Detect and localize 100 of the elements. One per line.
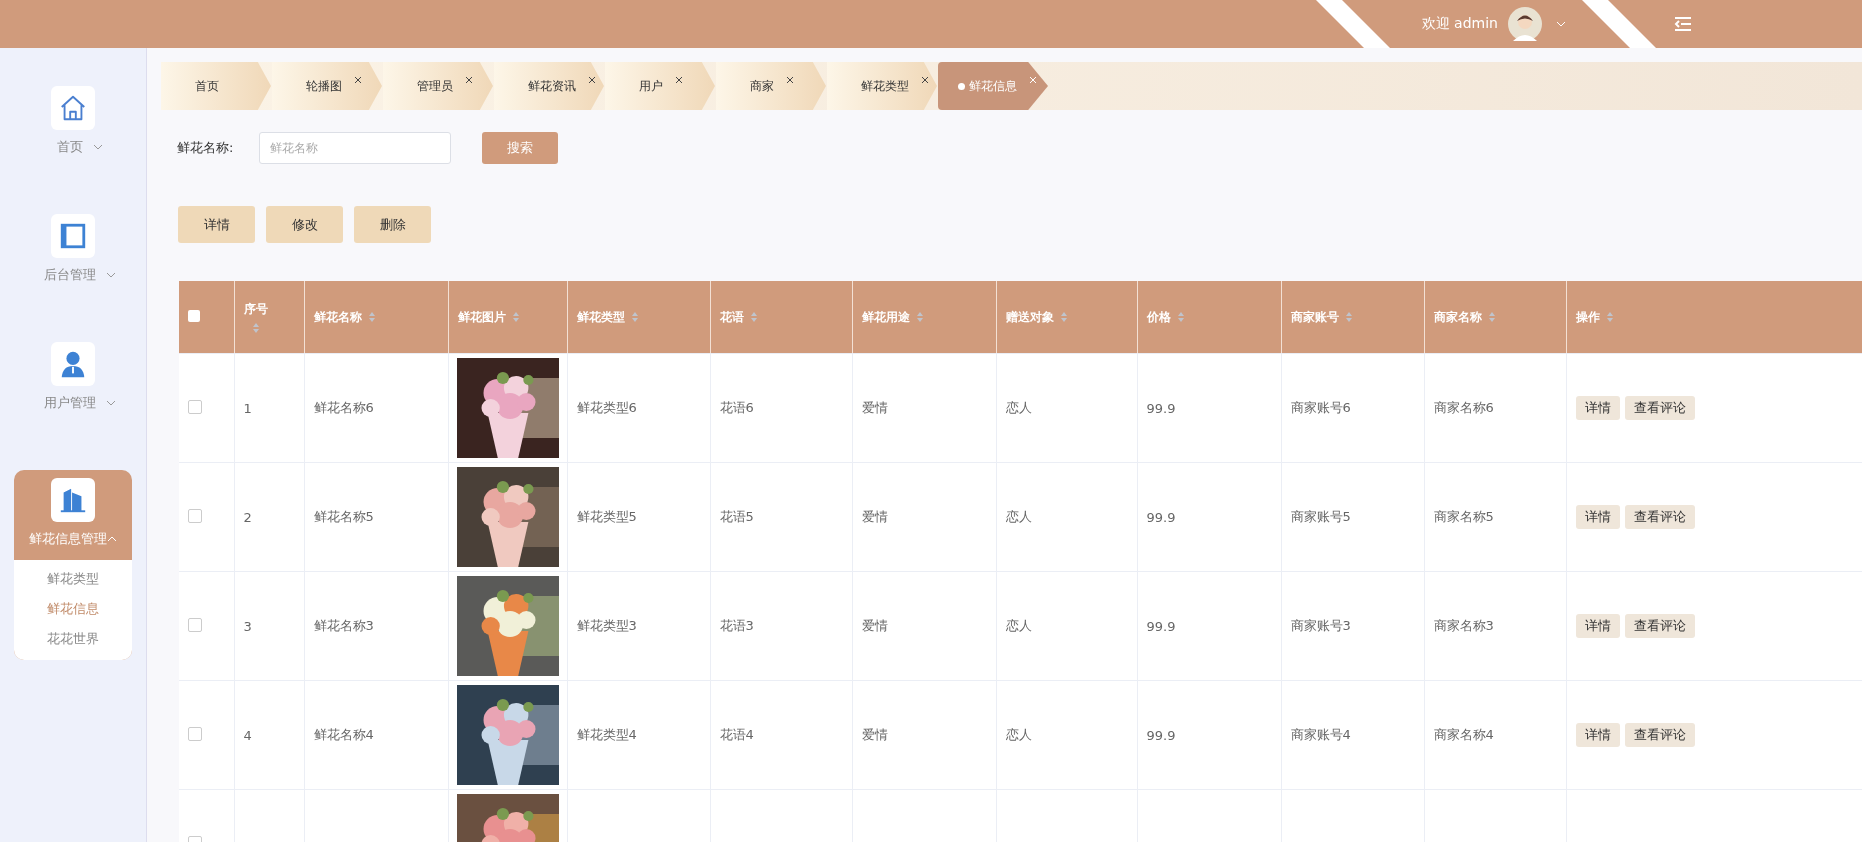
table-cell: 2 bbox=[243, 509, 252, 525]
table-cell: 99.9 bbox=[1146, 509, 1176, 525]
table-cell: 99.9 bbox=[1146, 400, 1176, 416]
sidebar-item[interactable]: 用户管理 bbox=[30, 394, 116, 412]
close-icon[interactable] bbox=[588, 76, 596, 84]
table-cell: 恋人 bbox=[1005, 618, 1032, 633]
table-cell: 爱情 bbox=[861, 400, 888, 415]
column-header[interactable]: 操作 bbox=[1566, 281, 1862, 354]
tab[interactable]: 鲜花类型 bbox=[827, 62, 937, 110]
comments-button[interactable]: 查看评论 bbox=[1624, 723, 1695, 747]
details-button[interactable]: 详情 bbox=[1575, 396, 1620, 420]
sidebar-item[interactable]: 首页 bbox=[43, 138, 103, 156]
sort-icon[interactable] bbox=[511, 311, 520, 323]
table-cell: 商家名称5 bbox=[1433, 509, 1494, 524]
submenu-item[interactable]: 花花世界 bbox=[47, 624, 99, 654]
row-checkbox[interactable] bbox=[188, 726, 202, 741]
comments-button[interactable]: 查看评论 bbox=[1624, 614, 1695, 638]
close-icon[interactable] bbox=[921, 76, 929, 84]
sort-icon[interactable] bbox=[1487, 311, 1496, 323]
table-cell: 4 bbox=[243, 727, 252, 743]
table-cell: 花语6 bbox=[719, 400, 754, 415]
table-cell: 恋人 bbox=[1005, 400, 1032, 415]
table-cell: 商家名称6 bbox=[1433, 400, 1494, 415]
close-icon[interactable] bbox=[675, 76, 683, 84]
table-cell: 商家名称3 bbox=[1433, 618, 1494, 633]
welcome-text: 欢迎 admin bbox=[1421, 15, 1498, 33]
tab[interactable]: 轮播图 bbox=[272, 62, 382, 110]
table-cell: 花语5 bbox=[719, 509, 754, 524]
column-header[interactable]: 赠送对象 bbox=[996, 281, 1137, 354]
row-checkbox[interactable] bbox=[188, 399, 202, 414]
row-checkbox[interactable] bbox=[188, 508, 202, 523]
column-header[interactable]: 鲜花用途 bbox=[852, 281, 996, 354]
sort-icon[interactable] bbox=[915, 311, 924, 323]
dot-icon bbox=[958, 82, 965, 90]
action-button[interactable]: 详情 bbox=[178, 206, 255, 243]
submenu-item[interactable]: 鲜花类型 bbox=[47, 564, 99, 594]
table-cell: 爱情 bbox=[861, 509, 888, 524]
column-header[interactable]: 价格 bbox=[1137, 281, 1281, 354]
table-cell: 恋人 bbox=[1005, 509, 1032, 524]
column-header[interactable]: 商家账号 bbox=[1281, 281, 1424, 354]
sort-icon[interactable] bbox=[749, 311, 758, 323]
sort-icon[interactable] bbox=[1605, 311, 1614, 323]
details-button[interactable]: 详情 bbox=[1575, 614, 1620, 638]
comments-button[interactable]: 查看评论 bbox=[1624, 396, 1695, 420]
menu-icon[interactable] bbox=[1674, 16, 1692, 32]
column-header[interactable]: 鲜花图片 bbox=[448, 281, 567, 354]
table-cell: 商家账号3 bbox=[1290, 618, 1351, 633]
sort-icon[interactable] bbox=[367, 311, 376, 323]
caret-icon[interactable] bbox=[1556, 21, 1566, 27]
column-header[interactable]: 序号 bbox=[234, 281, 304, 354]
sidebar-item[interactable]: 鲜花信息管理 bbox=[29, 530, 117, 560]
table-cell: 鲜花类型6 bbox=[576, 400, 637, 415]
column-header[interactable]: 花语 bbox=[710, 281, 852, 354]
search-button[interactable]: 搜索 bbox=[482, 132, 558, 164]
tab[interactable]: 管理员 bbox=[383, 62, 493, 110]
tab[interactable]: 鲜花资讯 bbox=[494, 62, 604, 110]
column-header[interactable]: 鲜花名称 bbox=[304, 281, 448, 354]
panel-icon[interactable] bbox=[51, 214, 95, 258]
table-cell: 鲜花名称5 bbox=[313, 509, 374, 524]
sort-icon[interactable] bbox=[630, 311, 639, 323]
tab[interactable]: 用户 bbox=[605, 62, 715, 110]
field-label: 鲜花名称: bbox=[177, 139, 235, 157]
sort-icon[interactable] bbox=[1176, 311, 1185, 323]
details-button[interactable]: 详情 bbox=[1575, 505, 1620, 529]
table-cell: 鲜花类型5 bbox=[576, 509, 637, 524]
sort-icon[interactable] bbox=[251, 321, 260, 334]
table-cell: 商家账号5 bbox=[1290, 509, 1351, 524]
table-cell: 3 bbox=[243, 618, 252, 634]
table-cell: 爱情 bbox=[861, 727, 888, 742]
avatar-icon[interactable] bbox=[1508, 7, 1542, 41]
close-icon[interactable] bbox=[354, 76, 362, 84]
column-header[interactable]: 商家名称 bbox=[1424, 281, 1566, 354]
row-checkbox[interactable] bbox=[188, 617, 202, 632]
column-header[interactable]: 鲜花类型 bbox=[567, 281, 710, 354]
tab[interactable]: 商家 bbox=[716, 62, 826, 110]
table-cell: 花语3 bbox=[719, 618, 754, 633]
sort-icon[interactable] bbox=[1344, 311, 1353, 323]
table-cell: 恋人 bbox=[1005, 727, 1032, 742]
table-cell: 鲜花名称6 bbox=[313, 400, 374, 415]
user-icon[interactable] bbox=[51, 342, 95, 386]
search-field[interactable]: 鲜花名称 bbox=[259, 132, 451, 164]
building-icon[interactable] bbox=[51, 478, 95, 522]
table-cell: 99.9 bbox=[1146, 727, 1176, 743]
action-button[interactable]: 删除 bbox=[354, 206, 431, 243]
table-cell: 鲜花类型4 bbox=[576, 727, 637, 742]
close-icon[interactable] bbox=[465, 76, 473, 84]
close-icon[interactable] bbox=[786, 76, 794, 84]
select-all-checkbox[interactable] bbox=[188, 309, 200, 322]
submenu-item[interactable]: 鲜花信息 bbox=[47, 594, 99, 624]
table-cell: 商家账号4 bbox=[1290, 727, 1351, 742]
table-cell: 鲜花名称3 bbox=[313, 618, 374, 633]
sidebar-item[interactable]: 后台管理 bbox=[30, 266, 116, 284]
home-icon[interactable] bbox=[51, 86, 95, 130]
table-cell: 花语4 bbox=[719, 727, 754, 742]
details-button[interactable]: 详情 bbox=[1575, 723, 1620, 747]
comments-button[interactable]: 查看评论 bbox=[1624, 505, 1695, 529]
sort-icon[interactable] bbox=[1059, 311, 1068, 323]
action-button[interactable]: 修改 bbox=[266, 206, 343, 243]
tab[interactable]: 鲜花信息 bbox=[938, 62, 1048, 110]
table-cell: 鲜花类型3 bbox=[576, 618, 637, 633]
